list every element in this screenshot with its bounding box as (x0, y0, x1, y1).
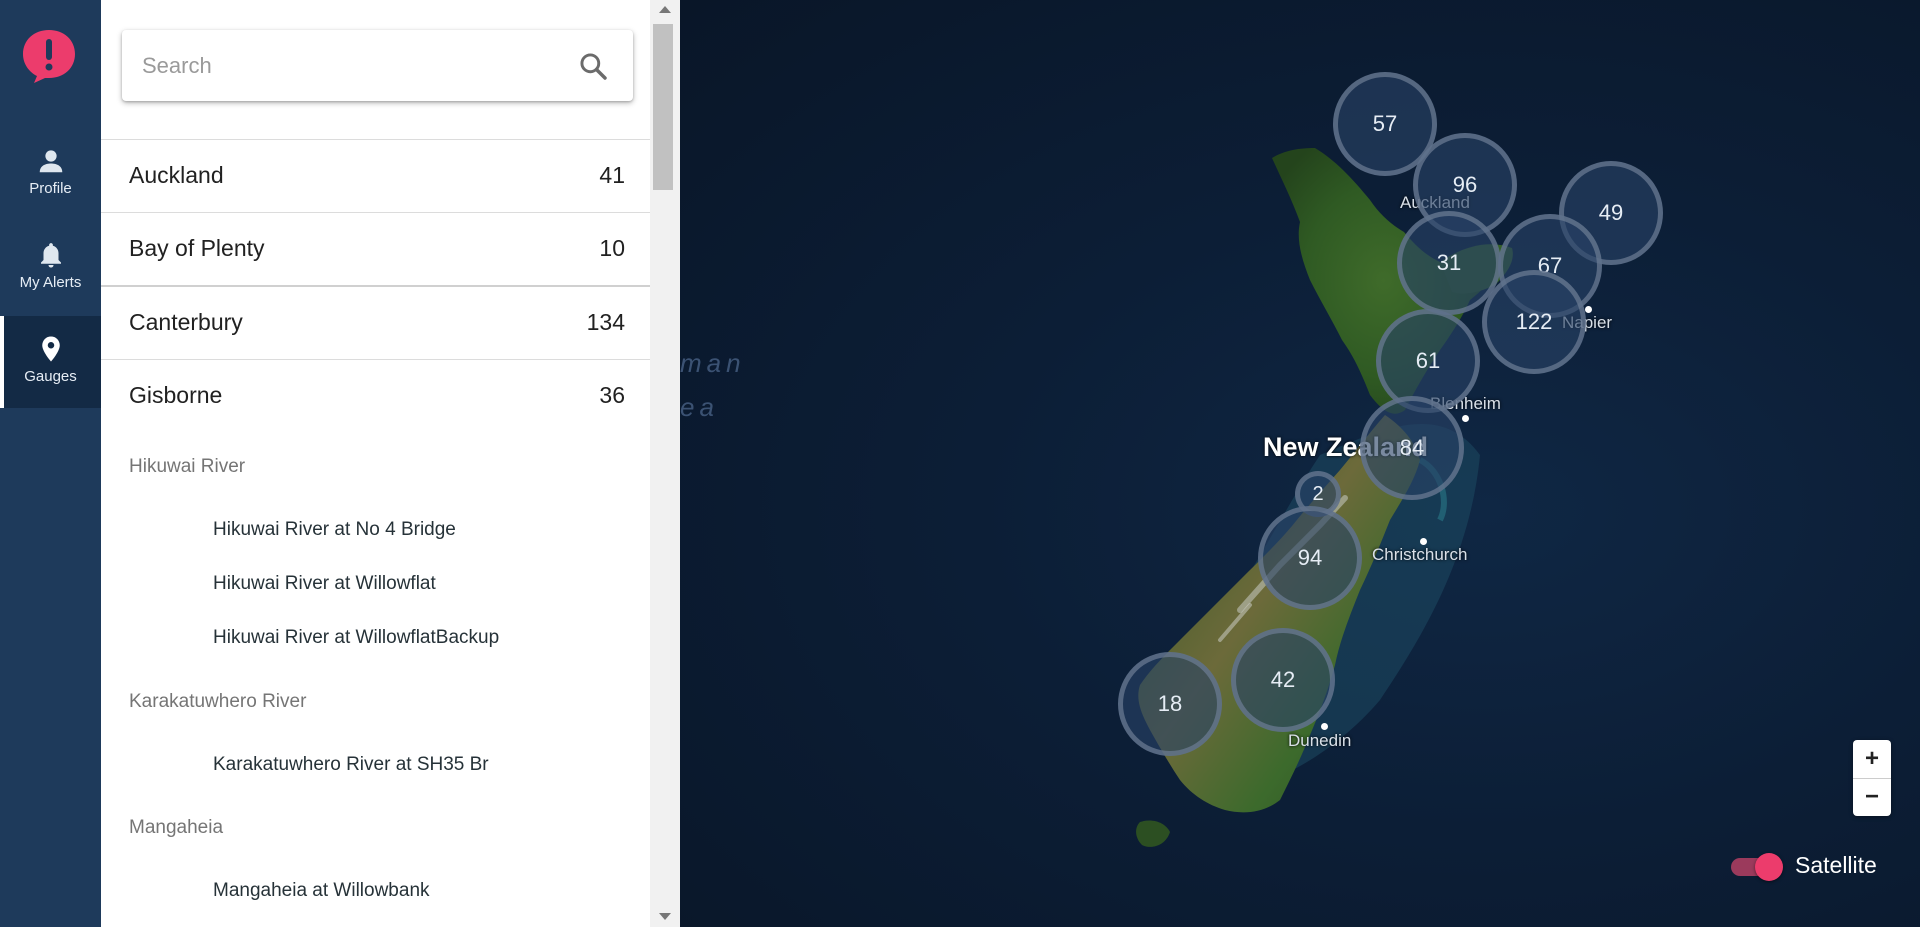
nav-item-my-alerts[interactable]: My Alerts (0, 222, 101, 314)
gauge-site-item[interactable]: Hikuwai River at Willowflat (213, 573, 436, 595)
gauge-cluster-marker[interactable]: 61 (1376, 309, 1480, 413)
scroll-up-arrow-icon[interactable] (659, 6, 671, 13)
nav-item-label: Profile (29, 180, 72, 197)
region-count: 10 (599, 235, 625, 261)
region-row-auckland[interactable]: Auckland 41 (101, 139, 650, 213)
region-name: Canterbury (129, 309, 243, 335)
scroll-down-arrow-icon[interactable] (659, 913, 671, 920)
alert-bubble-icon[interactable] (21, 28, 77, 84)
region-name: Auckland (129, 162, 224, 188)
satellite-map[interactable]: man ea New Zealand Auckland Napier Blenh… (680, 0, 1920, 927)
city-dot (1420, 538, 1427, 545)
city-label-dunedin: Dunedin (1288, 731, 1352, 750)
side-nav: Profile My Alerts Gauges (0, 0, 101, 927)
sea-label: man (680, 348, 746, 378)
river-heading-mangaheia: Mangaheia (129, 817, 224, 838)
gauge-cluster-marker[interactable]: 122 (1482, 270, 1586, 374)
region-row-canterbury[interactable]: Canterbury 134 (101, 285, 650, 360)
river-heading-karakatuwhero: Karakatuwhero River (129, 691, 307, 712)
nav-item-gauges[interactable]: Gauges (0, 316, 101, 408)
satellite-toggle-label: Satellite (1795, 852, 1877, 878)
zoom-out-button[interactable]: − (1853, 778, 1891, 816)
zoom-control: + − (1853, 740, 1891, 816)
person-icon (39, 150, 62, 173)
list-scrollbar[interactable] (650, 0, 680, 927)
sea-label: ea (680, 392, 719, 422)
city-label-christchurch: Christchurch (1372, 545, 1468, 564)
nav-item-label: My Alerts (19, 274, 82, 291)
city-dot (1462, 415, 1469, 422)
map-pin-icon (41, 336, 60, 362)
gauge-list-panel: Auckland 41 Bay of Plenty 10 Canterbury … (101, 0, 650, 927)
city-dot (1585, 306, 1592, 313)
search-icon[interactable] (577, 50, 609, 82)
new-zealand-landmass (1136, 148, 1513, 847)
region-count: 134 (586, 309, 625, 335)
nav-item-profile[interactable]: Profile (0, 128, 101, 220)
river-heading-hikuwai: Hikuwai River (129, 456, 246, 477)
toggle-knob (1755, 853, 1783, 881)
region-row-gisborne[interactable]: Gisborne 36 (101, 359, 650, 433)
gauge-cluster-marker[interactable]: 42 (1231, 628, 1335, 732)
satellite-toggle-switch[interactable] (1727, 853, 1783, 881)
gauge-site-item[interactable]: Mangaheia at Willowbank (213, 880, 430, 902)
search-input[interactable] (140, 46, 564, 86)
gauge-site-item[interactable]: Hikuwai River at No 4 Bridge (213, 519, 456, 541)
region-count: 41 (599, 162, 625, 188)
scrollbar-thumb[interactable] (653, 24, 673, 190)
zoom-in-button[interactable]: + (1853, 740, 1891, 779)
region-name: Bay of Plenty (129, 235, 265, 261)
search-box (122, 30, 633, 101)
gauge-cluster-marker[interactable]: 18 (1118, 652, 1222, 756)
region-count: 36 (599, 382, 625, 408)
region-row-bay-of-plenty[interactable]: Bay of Plenty 10 (101, 212, 650, 286)
region-name: Gisborne (129, 382, 223, 408)
gauge-cluster-marker[interactable]: 31 (1397, 211, 1501, 315)
gauge-cluster-marker[interactable]: 84 (1360, 396, 1464, 500)
nav-item-label: Gauges (24, 368, 77, 385)
gauge-cluster-marker[interactable]: 94 (1258, 506, 1362, 610)
city-dot (1321, 723, 1328, 730)
gauge-site-item[interactable]: Hikuwai River at WillowflatBackup (213, 627, 499, 649)
bell-icon (40, 243, 61, 268)
gauge-site-item[interactable]: Karakatuwhero River at SH35 Br (213, 754, 489, 776)
